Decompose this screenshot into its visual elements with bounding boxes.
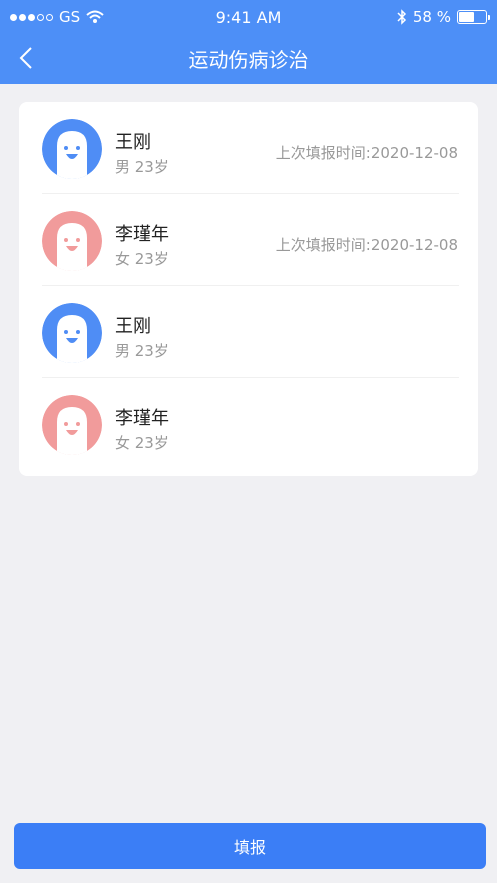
battery-percent: 58 % xyxy=(412,8,451,26)
patient-name: 李瑾年 xyxy=(115,408,169,429)
patient-info: 女 23岁 xyxy=(115,250,169,268)
patient-name: 李瑾年 xyxy=(115,224,169,245)
patient-row[interactable]: 王刚 男 23岁 上次填报时间:2020-12-08 xyxy=(19,102,478,194)
header-bar: GS 9:41 AM 58 % 运动伤病诊治 xyxy=(0,0,497,84)
patient-info: 男 23岁 xyxy=(115,158,169,176)
patient-name: 王刚 xyxy=(115,132,151,153)
patient-row[interactable]: 王刚 男 23岁 xyxy=(19,286,478,378)
patient-row[interactable]: 李瑾年 女 23岁 xyxy=(19,378,478,470)
navigation-bar: 运动伤病诊治 xyxy=(0,34,497,84)
avatar-icon xyxy=(42,211,102,271)
page-title: 运动伤病诊治 xyxy=(188,48,309,72)
status-bar: GS 9:41 AM 58 % xyxy=(0,0,497,34)
patient-name: 王刚 xyxy=(115,316,151,337)
avatar-icon xyxy=(42,395,102,455)
patient-row[interactable]: 李瑾年 女 23岁 上次填报时间:2020-12-08 xyxy=(19,194,478,286)
submit-button[interactable]: 填报 xyxy=(14,823,486,869)
last-report-time: 上次填报时间:2020-12-08 xyxy=(275,144,458,162)
last-report-time: 上次填报时间:2020-12-08 xyxy=(275,236,458,254)
patient-list: 王刚 男 23岁 上次填报时间:2020-12-08 李瑾年 女 23岁 上次填… xyxy=(19,102,478,476)
status-right: 58 % xyxy=(397,8,490,26)
bluetooth-icon xyxy=(397,9,406,25)
patient-info: 女 23岁 xyxy=(115,434,169,452)
avatar-icon xyxy=(42,303,102,363)
battery-icon xyxy=(457,10,490,24)
patient-info: 男 23岁 xyxy=(115,342,169,360)
avatar-icon xyxy=(42,119,102,179)
